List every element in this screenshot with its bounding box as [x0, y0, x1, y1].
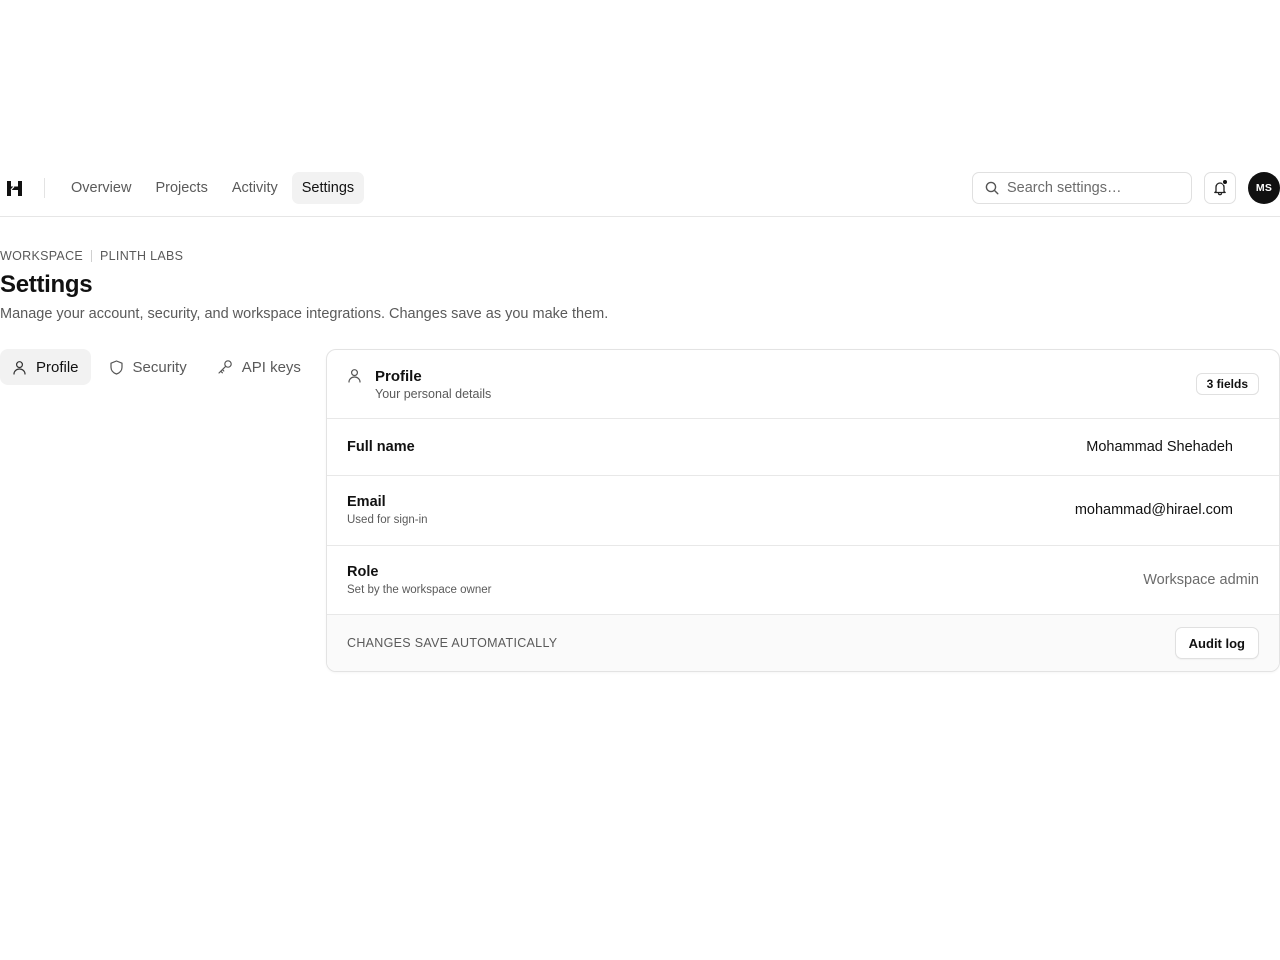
field-help: Used for sign-in: [347, 514, 428, 526]
tab-api-keys-label: API keys: [241, 358, 301, 376]
field-label: Email: [347, 494, 386, 510]
search-box: [972, 172, 1192, 204]
profile-card: Profile Your personal details 3 fields F…: [326, 349, 1280, 672]
card-subtitle: Your personal details: [375, 387, 492, 401]
nav-link-overview[interactable]: Overview: [61, 172, 141, 204]
card-title: Profile: [375, 368, 422, 385]
autosave-note: CHANGES SAVE AUTOMATICALLY: [347, 636, 558, 650]
tab-profile-label: Profile: [36, 358, 79, 376]
search-input[interactable]: [1007, 180, 1177, 196]
email-value[interactable]: mohammad@hirael.com: [1075, 502, 1233, 518]
page-title: Settings: [0, 271, 93, 298]
user-icon: [348, 369, 361, 383]
field-count-badge: 3 fields: [1195, 373, 1259, 395]
breadcrumb-separator: [91, 250, 93, 262]
field-label: Full name: [347, 439, 415, 455]
settings-tabs: Profile Security API keys: [0, 349, 313, 385]
nav-divider: [44, 178, 45, 198]
breadcrumb-plinth-labs[interactable]: PLINTH LABS: [100, 249, 183, 263]
primary-nav: Overview Projects Activity Settings: [61, 172, 365, 204]
top-navigation: Overview Projects Activity Settings MS: [0, 160, 1280, 217]
nav-link-settings[interactable]: Settings: [291, 172, 365, 204]
tab-api-keys[interactable]: API keys: [205, 349, 313, 385]
role-value: Workspace admin: [1143, 572, 1259, 588]
brand-h-logo-icon[interactable]: [6, 180, 23, 197]
field-row-role: Role Set by the workspace owner Workspac…: [327, 546, 1279, 615]
unread-indicator: [1222, 179, 1228, 185]
field-row-email: Email Used for sign-in mohammad@hirael.c…: [327, 476, 1279, 546]
field-help: Set by the workspace owner: [347, 584, 492, 596]
breadcrumb: WORKSPACE PLINTH LABS: [0, 249, 183, 263]
tab-security-label: Security: [132, 358, 187, 376]
card-footer: CHANGES SAVE AUTOMATICALLY Audit log: [327, 615, 1279, 671]
tab-profile[interactable]: Profile: [0, 349, 91, 385]
audit-log-button[interactable]: Audit log: [1174, 627, 1259, 659]
full-name-value[interactable]: Mohammad Shehadeh: [1086, 439, 1233, 455]
avatar[interactable]: MS: [1248, 172, 1280, 204]
search-icon: [985, 181, 999, 195]
key-icon: [218, 360, 232, 374]
nav-link-projects[interactable]: Projects: [145, 172, 217, 204]
card-header: Profile Your personal details 3 fields: [327, 350, 1279, 419]
tab-security[interactable]: Security: [97, 349, 199, 385]
page-subtitle: Manage your account, security, and works…: [0, 306, 609, 322]
user-icon: [13, 360, 26, 375]
field-label: Role: [347, 564, 379, 580]
app-root: Overview Projects Activity Settings MS W…: [0, 0, 1280, 960]
nav-link-activity[interactable]: Activity: [222, 172, 288, 204]
shield-icon: [109, 359, 123, 375]
notifications-button[interactable]: [1204, 172, 1236, 204]
field-row-full-name: Full name Mohammad Shehadeh: [327, 419, 1279, 476]
breadcrumb-workspace[interactable]: WORKSPACE: [0, 249, 83, 263]
